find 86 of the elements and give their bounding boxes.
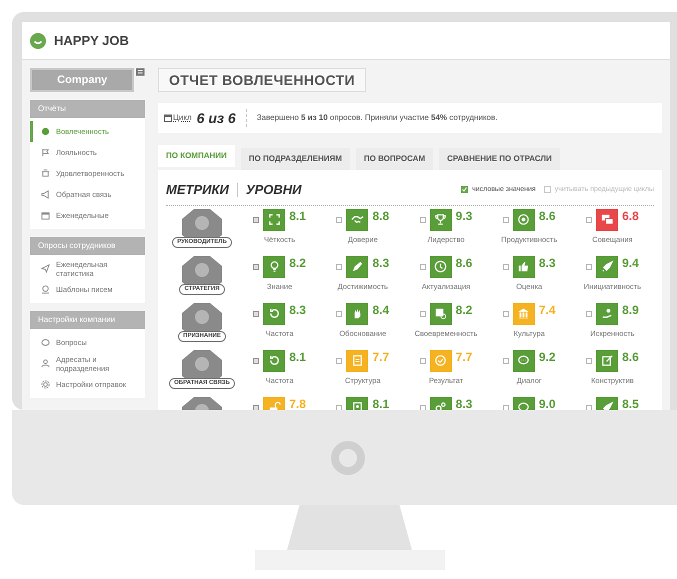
checkbox[interactable] — [544, 186, 551, 194]
columns-building-icon — [516, 306, 532, 321]
dot-icon — [41, 127, 50, 136]
calendar-icon — [164, 114, 172, 122]
summary-text: Завершено 5 из 10 опросов. Приняли участие 54% сотрудников. — [256, 112, 498, 124]
check-circle-icon — [433, 353, 448, 368]
checkbox[interactable] — [336, 404, 342, 410]
smiley-logo-icon — [30, 32, 46, 48]
metric-score: 9.4 — [622, 254, 639, 272]
metric-score: 8.6 — [622, 348, 639, 366]
trophy-icon — [433, 212, 448, 227]
metric-score: 8.6 — [538, 208, 556, 224]
cycle-value: 6 из 6 — [196, 108, 236, 128]
metric-score: 8.9 — [622, 302, 639, 318]
checkbox[interactable] — [502, 264, 509, 270]
checkbox[interactable] — [586, 358, 592, 364]
metric-score: 7.7 — [456, 348, 472, 366]
tab[interactable]: СРАВНЕНИЕ ПО ОТРАСЛИ — [439, 148, 560, 170]
checkbox[interactable] — [502, 216, 509, 222]
metric-score: 8.1 — [289, 208, 306, 224]
metric-score: 7.8 — [289, 396, 306, 410]
corners-icon — [266, 212, 282, 227]
metric-score: 8.3 — [538, 254, 556, 272]
checkbox[interactable] — [336, 358, 342, 364]
speech-bubble-icon — [41, 338, 50, 347]
checkbox[interactable] — [420, 264, 426, 270]
checkbox[interactable] — [502, 404, 509, 410]
flag-icon — [41, 148, 50, 157]
metric-score: 7.4 — [538, 302, 556, 318]
checkbox[interactable] — [586, 404, 592, 410]
page-title: ОТЧЕТ ВОВЛЕЧЕННОСТИ — [158, 68, 366, 92]
edit-icon — [600, 353, 615, 368]
metric-score: 8.1 — [289, 348, 306, 366]
checkbox[interactable] — [420, 404, 426, 410]
metric-score: 8.4 — [372, 302, 390, 318]
calendar-icon — [41, 211, 50, 220]
rocket-icon — [600, 259, 615, 274]
tab[interactable]: ПО КОМПАНИИ — [158, 145, 235, 167]
metric-score: 8.2 — [456, 302, 472, 318]
metric-score: 9.0 — [538, 396, 556, 410]
metric-score: 9.3 — [456, 208, 472, 224]
metric-score: 8.5 — [622, 396, 639, 410]
checkbox[interactable] — [336, 216, 342, 222]
checkbox[interactable] — [253, 216, 260, 222]
checkbox[interactable] — [420, 216, 426, 222]
checkbox[interactable] — [253, 310, 260, 316]
menu-icon[interactable] — [136, 68, 145, 76]
checkbox[interactable] — [502, 310, 509, 316]
checkbox[interactable] — [586, 216, 592, 222]
metric-score: 8.3 — [289, 302, 306, 318]
checkbox[interactable] — [420, 358, 426, 364]
metric-score: 8.6 — [456, 254, 472, 272]
checkbox[interactable] — [336, 310, 342, 316]
people-icon — [41, 359, 50, 368]
tab[interactable]: ПО ВОПРОСАМ — [356, 148, 434, 170]
checkbox[interactable] — [420, 310, 426, 316]
metric-score: 8.3 — [456, 396, 472, 410]
app-name: HAPPY JOB — [54, 32, 129, 50]
company-button[interactable]: Company — [30, 68, 134, 92]
paper-plane-icon — [41, 264, 50, 273]
target-icon — [516, 212, 532, 227]
section-header: Настройки компании — [30, 311, 145, 329]
checkbox[interactable] — [586, 264, 592, 270]
checkbox[interactable] — [502, 358, 509, 364]
cycle-label: Цикл — [173, 112, 192, 124]
metric-score: 8.2 — [289, 254, 306, 272]
view-tab[interactable]: УРОВНИ — [246, 180, 302, 200]
tab[interactable]: ПО ПОДРАЗДЕЛЕНИЯМ — [240, 148, 350, 170]
checkbox[interactable] — [253, 264, 260, 270]
metric-score: 8.3 — [372, 254, 390, 272]
checkbox[interactable] — [461, 186, 468, 194]
view-tab[interactable]: МЕТРИКИ — [166, 180, 229, 200]
gear-icon — [41, 380, 50, 389]
checkbox[interactable] — [586, 310, 592, 316]
metric-score: 7.7 — [372, 348, 390, 366]
metric-score: 6.8 — [622, 208, 639, 224]
metric-score: 8.1 — [372, 396, 390, 410]
metric-score: 8.8 — [372, 208, 390, 224]
checkbox[interactable] — [253, 358, 260, 364]
metric-score: 9.2 — [538, 348, 556, 366]
section-header: Опросы сотрудников — [30, 237, 145, 255]
clock-icon — [433, 259, 448, 274]
checkbox[interactable] — [336, 264, 342, 270]
section-header: Отчёты — [30, 100, 145, 118]
checkbox[interactable] — [253, 404, 260, 410]
megaphone-icon — [41, 190, 50, 199]
